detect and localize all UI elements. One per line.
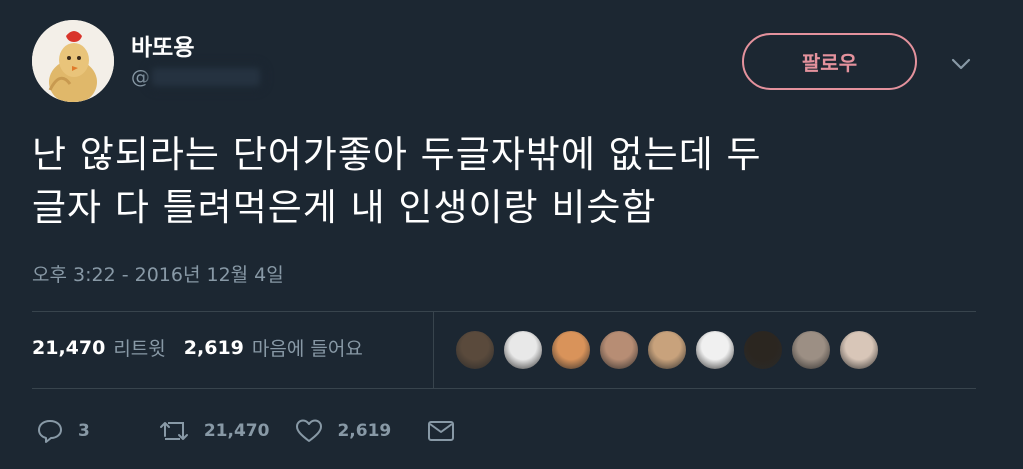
- tweet-actions: 3 21,470 2,619: [36, 418, 455, 444]
- liker-avatar-9[interactable]: [839, 330, 879, 370]
- reply-count: 3: [78, 421, 90, 441]
- stats-divider: [433, 311, 434, 388]
- liker-avatar-8[interactable]: [791, 330, 831, 370]
- direct-message-action[interactable]: [427, 419, 455, 443]
- retweets-label[interactable]: 리트윗: [113, 334, 165, 361]
- tweet-timestamp[interactable]: 오후 3:22 - 2016년 12월 4일: [32, 260, 284, 287]
- display-name[interactable]: 바또용: [131, 28, 194, 62]
- retweets-count[interactable]: 21,470: [32, 337, 105, 359]
- like-action[interactable]: 2,619: [295, 418, 391, 444]
- follow-button[interactable]: 팔로우: [742, 33, 917, 90]
- tweet-text-line: 글자 다 틀려먹은게 내 인생이랑 비슷함: [32, 186, 657, 229]
- tweet-text: 난 않되라는 단어가좋아 두글자밖에 없는데 두 글자 다 틀려먹은게 내 인생…: [32, 128, 992, 234]
- retweet-action[interactable]: 21,470: [158, 419, 270, 443]
- likes-count[interactable]: 2,619: [184, 337, 244, 359]
- reply-icon: [38, 420, 62, 443]
- likes-label[interactable]: 마음에 들어요: [252, 334, 363, 361]
- retweet-count: 21,470: [203, 421, 270, 441]
- liker-avatar-7[interactable]: [743, 330, 783, 370]
- tweet-text-line: 난 않되라는 단어가좋아 두글자밖에 없는데 두: [32, 133, 762, 176]
- liker-avatars: [455, 330, 879, 370]
- avatar-image: [32, 20, 114, 102]
- chevron-down-icon[interactable]: [950, 56, 972, 72]
- liker-avatar-3[interactable]: [551, 330, 591, 370]
- divider: [32, 388, 976, 389]
- liker-avatar-2[interactable]: [503, 330, 543, 370]
- handle-prefix: @: [131, 66, 150, 88]
- divider: [32, 311, 976, 312]
- liker-avatar-1[interactable]: [455, 330, 495, 370]
- user-handle[interactable]: @: [131, 66, 260, 88]
- handle-redacted: [152, 68, 260, 86]
- tweet-stats: 21,470 리트윗 2,619 마음에 들어요: [32, 334, 363, 361]
- liker-avatar-6[interactable]: [695, 330, 735, 370]
- like-count: 2,619: [337, 421, 392, 441]
- liker-avatar-4[interactable]: [599, 330, 639, 370]
- profile-avatar[interactable]: [32, 20, 114, 102]
- envelope-icon: [428, 421, 455, 441]
- retweet-icon: [159, 422, 188, 440]
- reply-action[interactable]: 3: [36, 418, 90, 444]
- heart-icon: [296, 419, 323, 442]
- liker-avatar-5[interactable]: [647, 330, 687, 370]
